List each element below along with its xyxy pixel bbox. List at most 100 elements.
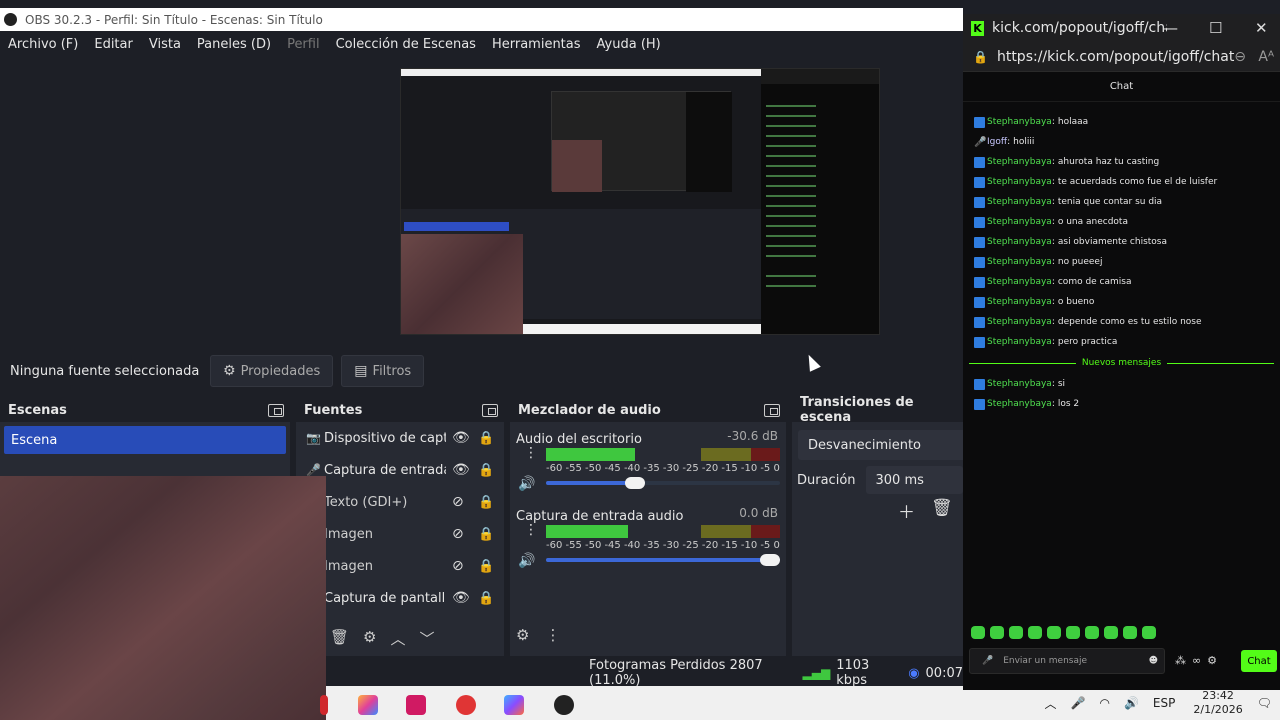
gear-icon[interactable]: ⚙ xyxy=(363,628,376,649)
chevron-up-icon[interactable]: ︿ xyxy=(1045,695,1057,712)
source-item[interactable]: Imagen ⊘ 🔒 xyxy=(296,518,504,550)
lock-icon[interactable]: 🔒 xyxy=(478,559,494,574)
gear-icon[interactable]: ⚙ xyxy=(516,626,529,644)
source-item[interactable]: Captura de pantalla 👁 🔒 xyxy=(296,582,504,614)
visibility-eye-icon[interactable]: 👁 xyxy=(452,590,470,606)
chat-send-button[interactable]: Chat xyxy=(1241,650,1277,672)
properties-button[interactable]: ⚙ Propiedades xyxy=(210,355,334,387)
emoji-icon[interactable]: ☻ xyxy=(1149,656,1158,666)
clock[interactable]: 23:42 2/1/2026 xyxy=(1193,689,1242,717)
notification-icon[interactable]: 🗨 xyxy=(1257,696,1272,710)
hidden-eye-icon[interactable]: ⊘ xyxy=(452,526,464,542)
undock-icon[interactable] xyxy=(764,403,780,417)
transition-select[interactable]: Desvanecimiento xyxy=(798,430,968,460)
emote-icon[interactable] xyxy=(990,626,1004,639)
emote-icon[interactable] xyxy=(1047,626,1061,639)
lock-icon[interactable]: 🔒 xyxy=(478,463,494,478)
emote-icon[interactable] xyxy=(1142,626,1156,639)
menu-herramientas[interactable]: Herramientas xyxy=(492,37,581,52)
program-preview[interactable] xyxy=(400,68,880,335)
lock-icon[interactable]: 🔒 xyxy=(478,591,494,606)
emote-icon[interactable] xyxy=(1066,626,1080,639)
trash-icon[interactable]: 🗑 xyxy=(330,628,349,649)
language-indicator[interactable]: ESP xyxy=(1153,696,1175,710)
volume-slider[interactable] xyxy=(546,554,780,566)
close-icon[interactable]: ✕ xyxy=(1255,19,1268,37)
chat-username[interactable]: Stephanybaya xyxy=(987,237,1052,247)
maximize-icon[interactable]: ☐ xyxy=(1209,19,1222,37)
wifi-icon[interactable]: ◠ xyxy=(1099,696,1109,710)
source-item[interactable]: 📷 Dispositivo de captura de video 👁 🔒 xyxy=(296,422,504,454)
hidden-eye-icon[interactable]: ⊘ xyxy=(452,558,464,574)
indesign-icon[interactable] xyxy=(406,695,426,715)
scene-item[interactable]: Escena xyxy=(4,426,286,454)
chat-input[interactable]: 🎤 Enviar un mensaje ☻ xyxy=(969,648,1165,674)
arrow-down-icon[interactable]: ﹀ xyxy=(420,628,435,649)
emote-icon[interactable] xyxy=(1028,626,1042,639)
chat-username[interactable]: Stephanybaya xyxy=(987,177,1052,187)
chat-username[interactable]: Stephanybaya xyxy=(987,297,1052,307)
emote-icon[interactable] xyxy=(1085,626,1099,639)
app-icon[interactable] xyxy=(320,695,328,715)
visibility-eye-icon[interactable]: 👁 xyxy=(452,462,470,478)
kebab-menu-icon[interactable]: ⋮ xyxy=(524,523,538,537)
kebab-menu-icon[interactable]: ⋮ xyxy=(545,626,560,644)
visibility-eye-icon[interactable]: 👁 xyxy=(452,430,470,446)
chat-username[interactable]: Stephanybaya xyxy=(987,157,1052,167)
volume-knob[interactable] xyxy=(625,477,646,489)
menu-ayuda[interactable]: Ayuda (H) xyxy=(597,37,661,52)
speaker-icon[interactable]: 🔊 xyxy=(518,476,535,492)
mic-icon[interactable]: 🎤 xyxy=(1071,696,1086,710)
source-item[interactable]: 🎤 Captura de entrada audio 👁 🔒 xyxy=(296,454,504,486)
chat-username[interactable]: Stephanybaya xyxy=(987,277,1052,287)
lock-icon[interactable]: 🔒 xyxy=(478,495,494,510)
filters-button[interactable]: ▤ Filtros xyxy=(341,355,425,387)
users-icon[interactable]: ⁂ xyxy=(1175,654,1186,667)
source-item[interactable]: Texto (GDI+) ⊘ 🔒 xyxy=(296,486,504,518)
chat-username[interactable]: Stephanybaya xyxy=(987,337,1052,347)
trash-icon[interactable]: 🗑 xyxy=(931,498,953,523)
volume-knob[interactable] xyxy=(760,554,780,566)
vivaldi-icon[interactable] xyxy=(456,695,476,715)
chat-username[interactable]: Stephanybaya xyxy=(987,379,1052,389)
chat-username[interactable]: Stephanybaya xyxy=(987,257,1052,267)
emote-icon[interactable] xyxy=(971,626,985,639)
menu-paneles[interactable]: Paneles (D) xyxy=(197,37,271,52)
speaker-icon[interactable]: 🔊 xyxy=(1124,696,1139,710)
emote-icon[interactable] xyxy=(1009,626,1023,639)
lock-icon[interactable]: 🔒 xyxy=(478,431,494,446)
menu-editar[interactable]: Editar xyxy=(94,37,133,52)
m365-icon[interactable] xyxy=(504,695,524,715)
gear-icon[interactable]: ⚙ xyxy=(1207,654,1217,667)
arrow-up-icon[interactable]: ︿ xyxy=(391,628,406,649)
chat-username[interactable]: Stephanybaya xyxy=(987,317,1052,327)
chat-username[interactable]: Stephanybaya xyxy=(987,197,1052,207)
volume-slider[interactable] xyxy=(546,477,780,489)
menu-archivo[interactable]: Archivo (F) xyxy=(8,37,78,52)
chat-username[interactable]: Stephanybaya xyxy=(987,399,1052,409)
kebab-menu-icon[interactable]: ⋮ xyxy=(524,446,538,460)
reader-icon[interactable]: Aᴬ xyxy=(1258,49,1274,65)
chat-username[interactable]: Igoff xyxy=(987,137,1007,147)
menu-vista[interactable]: Vista xyxy=(149,37,181,52)
minimize-icon[interactable]: — xyxy=(1163,19,1178,37)
lock-icon[interactable]: 🔒 xyxy=(478,527,494,542)
source-item[interactable]: Imagen ⊘ 🔒 xyxy=(296,550,504,582)
undock-icon[interactable] xyxy=(482,403,498,417)
chat-username[interactable]: Stephanybaya xyxy=(987,117,1052,127)
infinity-icon[interactable]: ∞ xyxy=(1192,654,1201,667)
undock-icon[interactable] xyxy=(268,403,284,417)
emote-icon[interactable] xyxy=(1123,626,1137,639)
copilot-icon[interactable] xyxy=(358,695,378,715)
plus-icon[interactable]: ＋ xyxy=(898,498,915,523)
address-bar[interactable]: 🔒 https://kick.com/popout/igoff/chat ⊖ A… xyxy=(963,42,1280,72)
emote-icon[interactable] xyxy=(1104,626,1118,639)
zoom-icon[interactable]: ⊖ xyxy=(1234,49,1246,65)
hidden-eye-icon[interactable]: ⊘ xyxy=(452,494,464,510)
menu-coleccion-escenas[interactable]: Colección de Escenas xyxy=(336,37,476,52)
obs-taskbar-icon[interactable] xyxy=(554,695,574,715)
chat-username[interactable]: Stephanybaya xyxy=(987,217,1052,227)
speaker-icon[interactable]: 🔊 xyxy=(518,553,535,569)
menu-perfil[interactable]: Perfil xyxy=(287,37,320,52)
lock-icon[interactable]: 🔒 xyxy=(973,50,988,64)
